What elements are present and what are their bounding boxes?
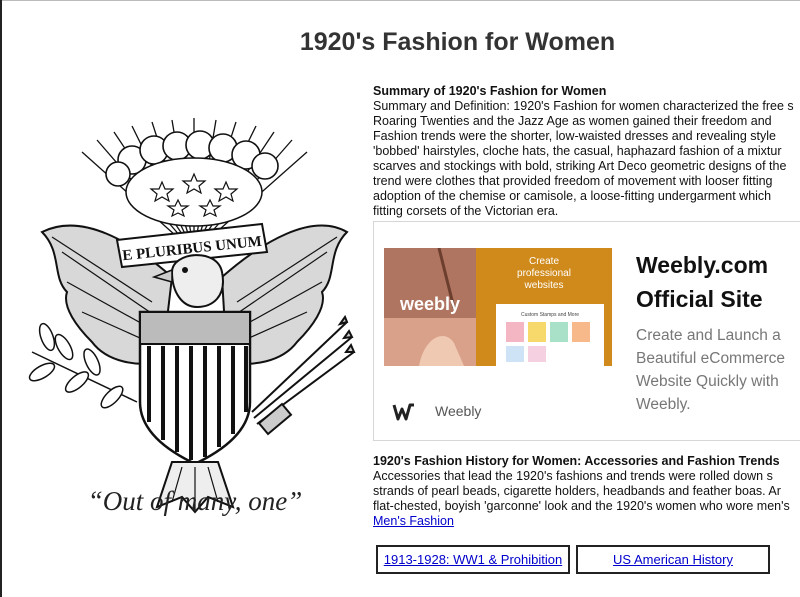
- accessories-heading: 1920's Fashion History for Women: Access…: [373, 454, 780, 468]
- ad-image-logo: weebly: [399, 294, 460, 314]
- us-american-history-button[interactable]: US American History: [576, 545, 770, 574]
- accessories-paragraph: Accessories that lead the 1920's fashion…: [373, 469, 800, 529]
- summary-line: Summary and Definition: 1920's Fashion f…: [373, 99, 794, 113]
- summary-line: Roaring Twenties and the Jazz Age as wom…: [373, 114, 772, 128]
- summary-line: fitting corsets of the Victorian era.: [373, 204, 559, 218]
- summary-line: trend were clothes that provided freedom…: [373, 174, 773, 188]
- weebly-logo-icon[interactable]: [392, 402, 416, 422]
- ad-headline[interactable]: Weebly.com Official Site: [636, 248, 800, 316]
- accessories-line: flat-chested, boyish 'garconne' look and…: [373, 499, 790, 513]
- ww1-prohibition-button[interactable]: 1913-1928: WW1 & Prohibition: [376, 545, 570, 574]
- accessories-section: 1920's Fashion History for Women: Access…: [373, 454, 800, 529]
- eagle-head-icon: [170, 254, 224, 309]
- ad-headline-line2[interactable]: Official Site: [636, 282, 800, 316]
- mock-site-title: Custom Stamps and More: [521, 312, 579, 318]
- ad-description[interactable]: Create and Launch a Beautiful eCommerce …: [636, 324, 800, 416]
- summary-section: Summary of 1920's Fashion for Women Summ…: [373, 84, 800, 219]
- summary-line: adoption of the chemise or camisole, a l…: [373, 189, 772, 203]
- page-left-border: [0, 0, 2, 597]
- seal-caption: “Out of many, one”: [87, 486, 303, 516]
- summary-line: Fashion trends were the shorter, low-wai…: [373, 129, 776, 143]
- ad-image-tagline: Create professional websites: [517, 256, 571, 291]
- summary-line: scarves and stockings with bold, strikin…: [373, 159, 787, 173]
- summary-line: 'bobbed' hairstyles, cloche hats, the ca…: [373, 144, 782, 158]
- accessories-line: Accessories that lead the 1920's fashion…: [373, 469, 773, 483]
- weebly-ad[interactable]: weebly Create professional websites Cust…: [373, 221, 800, 441]
- mens-fashion-link[interactable]: Men's Fashion: [373, 514, 454, 528]
- accessories-line: strands of pearl beads, cigarette holder…: [373, 484, 781, 498]
- great-seal-illustration: E PLURIBUS UNUM: [28, 118, 356, 514]
- page-top-border: [0, 0, 800, 1]
- summary-heading: Summary of 1920's Fashion for Women: [373, 84, 607, 98]
- page-title: 1920's Fashion for Women: [299, 28, 616, 56]
- ad-headline-line1[interactable]: Weebly.com: [636, 248, 800, 282]
- summary-paragraph: Summary and Definition: 1920's Fashion f…: [373, 99, 800, 219]
- ad-brand-name[interactable]: Weebly: [435, 403, 481, 419]
- ad-image[interactable]: weebly Create professional websites Cust…: [384, 248, 612, 366]
